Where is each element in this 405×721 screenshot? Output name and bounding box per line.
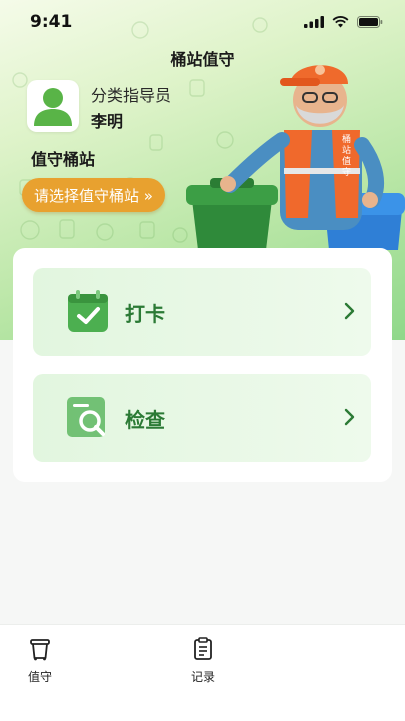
inspect-action[interactable]: 检查 xyxy=(33,374,371,462)
trash-bin-icon xyxy=(30,639,50,661)
calendar-check-icon xyxy=(68,290,108,332)
profile-role: 分类指导员 xyxy=(91,86,172,105)
tab-duty[interactable]: 值守 xyxy=(10,637,70,685)
checkin-label: 打卡 xyxy=(125,302,165,326)
tab-records-label: 记录 xyxy=(190,670,215,684)
status-time: 9:41 xyxy=(30,12,73,32)
chevron-right-icon xyxy=(344,302,355,320)
select-station-button[interactable]: 请选择值守桶站 » xyxy=(22,178,165,212)
notes-icon xyxy=(194,637,212,660)
status-icons xyxy=(304,16,383,28)
profile-name: 李明 xyxy=(91,112,124,131)
chevron-right-icon xyxy=(344,408,355,426)
tab-records[interactable]: 记录 xyxy=(173,637,233,685)
bottom-tab-bar: 值守 记录 xyxy=(0,624,405,721)
inspect-label: 检查 xyxy=(125,408,165,432)
action-card: 打卡 检查 xyxy=(13,248,392,482)
status-bar: 9:41 xyxy=(0,0,405,44)
mascot-illustration: 桶站值守 xyxy=(186,65,405,250)
station-label: 值守桶站 xyxy=(31,150,96,169)
select-station-label: 请选择值守桶站 » xyxy=(34,186,153,205)
tab-duty-label: 值守 xyxy=(27,670,52,684)
avatar xyxy=(27,80,79,132)
wifi-icon xyxy=(332,16,349,28)
battery-icon xyxy=(357,16,383,28)
vest-text: 桶站值守 xyxy=(342,133,351,178)
checkin-action[interactable]: 打卡 xyxy=(33,268,371,356)
user-icon xyxy=(34,88,72,126)
search-document-icon xyxy=(67,397,105,437)
signal-icon xyxy=(304,16,324,28)
